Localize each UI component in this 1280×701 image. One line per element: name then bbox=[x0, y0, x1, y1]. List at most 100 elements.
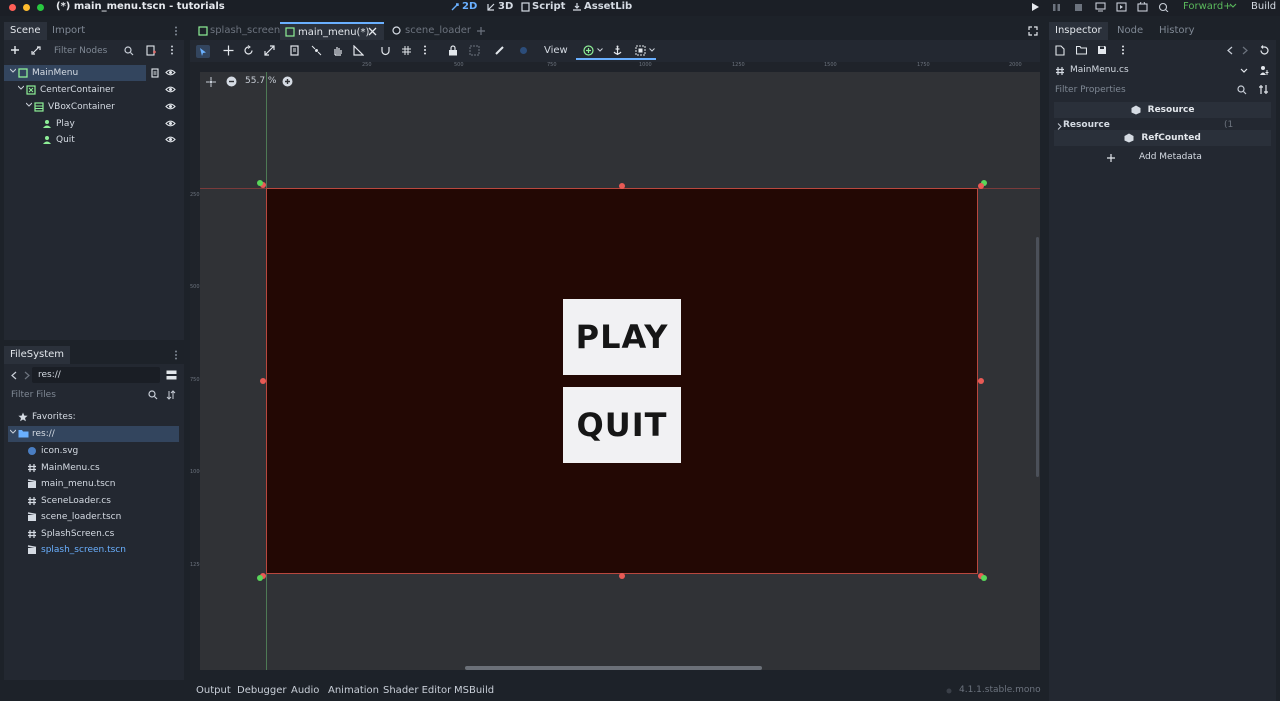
object-selector[interactable]: MainMenu.cs bbox=[1049, 63, 1249, 79]
save-icon[interactable] bbox=[1097, 45, 1107, 55]
grid-snap-icon[interactable] bbox=[401, 45, 412, 56]
script-icon[interactable] bbox=[150, 68, 160, 78]
workspace-assetlib[interactable]: AssetLib bbox=[572, 1, 632, 12]
mainmenu-control-rect[interactable]: PLAY QUIT bbox=[266, 188, 978, 574]
scale-mode-icon[interactable] bbox=[264, 45, 275, 56]
canvas-viewport[interactable]: 55.7 % PLAY QUIT bbox=[200, 72, 1040, 670]
stop-icon[interactable] bbox=[1074, 3, 1083, 12]
expand-arrow-icon[interactable] bbox=[1057, 123, 1062, 130]
tab-history[interactable]: History bbox=[1153, 22, 1201, 40]
tree-node-play[interactable]: Play bbox=[4, 116, 146, 132]
split-mode-icon[interactable] bbox=[166, 370, 177, 380]
visibility-eye-icon[interactable] bbox=[165, 135, 176, 144]
resize-handle[interactable] bbox=[619, 183, 625, 189]
pan-mode-icon[interactable] bbox=[332, 45, 343, 56]
add-metadata-button[interactable]: Add Metadata bbox=[1104, 150, 1234, 166]
tab-main-menu[interactable]: main_menu(*) bbox=[280, 22, 384, 40]
tab-shader-editor[interactable]: Shader Editor bbox=[383, 685, 451, 696]
tab-splash-screen[interactable]: splash_screen bbox=[194, 22, 280, 40]
path-field[interactable]: res:// bbox=[32, 367, 160, 383]
tree-node-mainmenu[interactable]: MainMenu bbox=[4, 65, 146, 81]
visibility-sphere-icon[interactable] bbox=[518, 45, 529, 56]
distraction-free-icon[interactable] bbox=[1028, 26, 1038, 36]
workspace-2d[interactable]: 2D bbox=[450, 1, 477, 12]
anchor-handle[interactable] bbox=[257, 180, 263, 186]
zoom-level[interactable]: 55.7 % bbox=[245, 76, 276, 86]
quit-button[interactable]: QUIT bbox=[563, 387, 681, 463]
add-circle-icon[interactable] bbox=[583, 45, 594, 56]
pause-icon[interactable] bbox=[1052, 3, 1061, 12]
zoom-in-icon[interactable] bbox=[282, 76, 293, 87]
ruler-mode-icon[interactable] bbox=[353, 45, 364, 56]
build-button[interactable]: Build bbox=[1251, 1, 1276, 12]
filter-properties-input[interactable]: Filter Properties bbox=[1049, 82, 1235, 98]
collapse-arrow-icon[interactable] bbox=[26, 102, 32, 108]
tab-filesystem[interactable]: FileSystem bbox=[4, 346, 71, 364]
visibility-eye-icon[interactable] bbox=[165, 68, 176, 77]
tab-scene[interactable]: Scene bbox=[4, 22, 47, 40]
file-row[interactable]: main_menu.tscn bbox=[4, 476, 180, 492]
file-row[interactable]: SceneLoader.cs bbox=[4, 493, 180, 509]
file-row[interactable]: splash_screen.tscn bbox=[4, 542, 180, 558]
maximize-window-icon[interactable] bbox=[37, 4, 44, 11]
tab-node[interactable]: Node bbox=[1111, 22, 1149, 40]
resize-handle[interactable] bbox=[260, 378, 266, 384]
close-window-icon[interactable] bbox=[9, 4, 16, 11]
group-icon[interactable] bbox=[469, 45, 480, 56]
select-mode-icon[interactable] bbox=[196, 45, 210, 58]
scene-tree-menu-icon[interactable] bbox=[170, 45, 174, 55]
chevron-down-icon[interactable] bbox=[649, 48, 655, 52]
tab-audio[interactable]: Audio bbox=[291, 685, 319, 696]
workspace-script[interactable]: Script bbox=[521, 1, 565, 12]
smart-snap-icon[interactable] bbox=[380, 45, 391, 56]
anchor-handle[interactable] bbox=[981, 575, 987, 581]
rotate-mode-icon[interactable] bbox=[243, 45, 254, 56]
run-current-scene-icon[interactable] bbox=[1116, 2, 1127, 12]
minimize-window-icon[interactable] bbox=[23, 4, 30, 11]
resize-handle[interactable] bbox=[978, 378, 984, 384]
file-row[interactable]: icon.svg bbox=[4, 443, 180, 459]
file-row[interactable]: MainMenu.cs bbox=[4, 460, 180, 476]
snap-options-icon[interactable] bbox=[423, 45, 427, 55]
visibility-eye-icon[interactable] bbox=[165, 102, 176, 111]
vertical-scrollbar[interactable] bbox=[1036, 237, 1039, 477]
tab-scene-loader[interactable]: scene_loader bbox=[388, 22, 472, 40]
lock-icon[interactable] bbox=[448, 45, 458, 56]
instance-child-scene-icon[interactable] bbox=[31, 45, 42, 55]
zoom-out-icon[interactable] bbox=[226, 76, 237, 87]
back-arrow-icon[interactable] bbox=[1227, 46, 1233, 55]
file-row[interactable]: scene_loader.tscn bbox=[4, 509, 180, 525]
skeleton-icon[interactable] bbox=[494, 45, 505, 56]
pivot-mode-icon[interactable] bbox=[311, 45, 322, 56]
view-menu[interactable]: View bbox=[544, 45, 568, 56]
tab-import[interactable]: Import bbox=[46, 22, 91, 40]
dock-menu-icon[interactable] bbox=[174, 350, 178, 360]
collapse-arrow-icon[interactable] bbox=[10, 68, 16, 74]
forward-arrow-icon[interactable] bbox=[1242, 46, 1248, 55]
close-tab-icon[interactable] bbox=[368, 27, 377, 36]
tree-node-centercontainer[interactable]: CenterContainer bbox=[4, 82, 146, 98]
resize-handle[interactable] bbox=[619, 573, 625, 579]
resize-handle[interactable] bbox=[978, 183, 984, 189]
tab-inspector[interactable]: Inspector bbox=[1049, 22, 1108, 40]
folder-res-root[interactable]: res:// bbox=[8, 426, 179, 442]
chevron-down-icon[interactable] bbox=[597, 48, 603, 52]
remote-debug-icon[interactable] bbox=[1095, 2, 1106, 12]
horizontal-scrollbar[interactable] bbox=[465, 666, 762, 670]
anchor-icon[interactable] bbox=[612, 45, 623, 56]
add-tab-icon[interactable] bbox=[476, 26, 486, 36]
tree-node-vboxcontainer[interactable]: VBoxContainer bbox=[4, 99, 146, 115]
collapse-arrow-icon[interactable] bbox=[10, 429, 16, 435]
workspace-3d[interactable]: 3D bbox=[486, 1, 513, 12]
center-view-icon[interactable] bbox=[206, 77, 216, 87]
list-select-icon[interactable] bbox=[290, 45, 301, 56]
tab-animation[interactable]: Animation bbox=[328, 685, 379, 696]
renderer-selector[interactable]: Forward+ bbox=[1183, 1, 1232, 12]
new-resource-icon[interactable] bbox=[1055, 45, 1065, 56]
visibility-eye-icon[interactable] bbox=[165, 85, 176, 94]
container-sizing-icon[interactable] bbox=[635, 45, 646, 56]
back-arrow-icon[interactable] bbox=[11, 371, 17, 380]
object-properties-icon[interactable] bbox=[1259, 65, 1270, 76]
forward-arrow-icon[interactable] bbox=[24, 371, 30, 380]
play-project-icon[interactable] bbox=[1031, 2, 1040, 12]
